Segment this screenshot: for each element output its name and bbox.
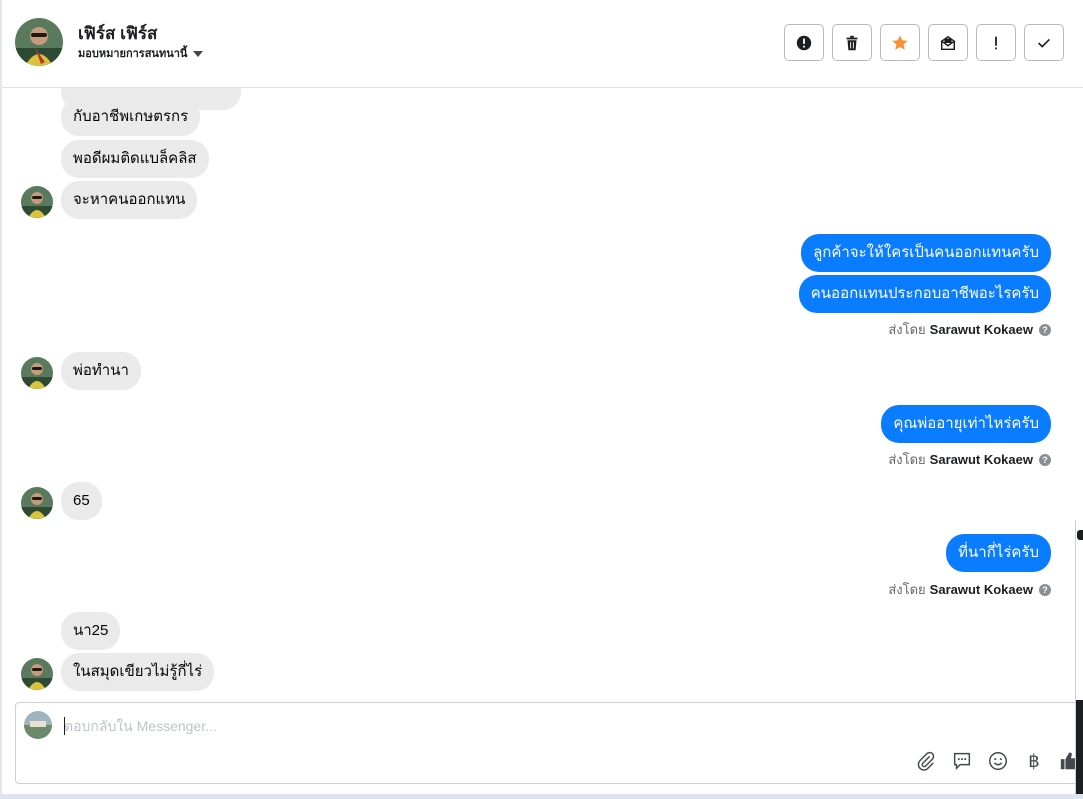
- sent-by-label: ส่งโดย Sarawut Kokaew ?: [888, 319, 1051, 340]
- help-icon[interactable]: ?: [1039, 453, 1051, 466]
- check-icon: [1038, 38, 1050, 48]
- message-incoming[interactable]: จะหาคนออกแทน: [61, 181, 198, 219]
- message-incoming[interactable]: กับอาชีพเกษตรกร: [61, 98, 201, 136]
- sent-by-label: ส่งโดย Sarawut Kokaew ?: [888, 449, 1051, 470]
- reply-composer: ฿: [15, 702, 1083, 784]
- attach-button[interactable]: [914, 749, 938, 773]
- assign-conversation-dropdown[interactable]: มอบหมายการสนทนานี้: [78, 44, 204, 62]
- contact-avatar-small: [21, 357, 53, 389]
- contact-name[interactable]: เฟิร์ส เฟิร์ส: [78, 20, 157, 47]
- message-outgoing[interactable]: ลูกค้าจะให้ใครเป็นคนออกแทนครับ: [801, 234, 1051, 272]
- message-incoming[interactable]: ในสมุดเขียวไม่รู้กี่ไร่: [61, 653, 215, 691]
- message-incoming[interactable]: พ่อทำนา: [61, 352, 141, 390]
- contact-avatar-small: [21, 487, 53, 519]
- help-icon[interactable]: ?: [1039, 323, 1051, 336]
- saved-replies-button[interactable]: [950, 749, 974, 773]
- contact-avatar-small: [21, 186, 53, 218]
- saved-reply-icon: [953, 752, 971, 771]
- caret-down-icon: [193, 50, 204, 57]
- mark-unread-button[interactable]: [928, 24, 968, 61]
- message-outgoing[interactable]: ที่นากี่ไร่ครับ: [946, 534, 1051, 572]
- payment-button[interactable]: ฿: [1022, 749, 1046, 773]
- page-avatar: [24, 711, 52, 739]
- message-thread[interactable]: กับอาชีพเกษตรกร พอดีผมติดแบล็คลิส จะหาคน…: [2, 88, 1075, 700]
- star-button[interactable]: [880, 24, 920, 61]
- message-incoming[interactable]: นา25: [61, 612, 121, 650]
- sent-by-prefix: ส่งโดย: [888, 322, 926, 337]
- sent-by-name: Sarawut Kokaew: [929, 452, 1033, 467]
- emoji-button[interactable]: [986, 749, 1010, 773]
- composer-tools: ฿: [914, 749, 1082, 773]
- exclamation-icon: [995, 36, 997, 49]
- sent-by-prefix: ส่งโดย: [888, 452, 926, 467]
- side-panel-dark-edge: [1076, 700, 1083, 799]
- reply-input[interactable]: [64, 715, 964, 737]
- follow-up-button[interactable]: [976, 24, 1016, 61]
- alert-circle-icon: [796, 35, 812, 50]
- delete-button[interactable]: [832, 24, 872, 61]
- mark-done-button[interactable]: [1024, 24, 1064, 61]
- bottom-border: [0, 794, 1083, 799]
- sent-by-name: Sarawut Kokaew: [929, 582, 1033, 597]
- sent-by-label: ส่งโดย Sarawut Kokaew ?: [888, 579, 1051, 600]
- contact-avatar[interactable]: [15, 18, 63, 66]
- trash-icon: [846, 35, 858, 50]
- side-panel-handle[interactable]: [1077, 530, 1083, 540]
- sent-by-prefix: ส่งโดย: [888, 582, 926, 597]
- message-outgoing[interactable]: คุณพ่ออายุเท่าไหร่ครับ: [881, 405, 1051, 443]
- help-icon[interactable]: ?: [1039, 583, 1051, 596]
- sent-by-name: Sarawut Kokaew: [929, 322, 1033, 337]
- message-incoming[interactable]: 65: [61, 482, 102, 520]
- header-actions: [784, 24, 1064, 61]
- paperclip-icon: [917, 751, 935, 771]
- star-icon: [892, 34, 908, 50]
- message-incoming[interactable]: พอดีผมติดแบล็คลิส: [61, 140, 209, 178]
- assign-label: มอบหมายการสนทนานี้: [78, 48, 188, 60]
- report-spam-button[interactable]: [784, 24, 824, 61]
- contact-avatar-small: [21, 658, 53, 690]
- emoji-icon: [989, 752, 1007, 770]
- conversation-header: เฟิร์ส เฟิร์ส มอบหมายการสนทนานี้: [2, 0, 1083, 88]
- baht-icon: ฿: [1028, 750, 1040, 772]
- envelope-open-icon: [940, 35, 956, 50]
- message-outgoing[interactable]: คนออกแทนประกอบอาชีพอะไรครับ: [798, 275, 1051, 313]
